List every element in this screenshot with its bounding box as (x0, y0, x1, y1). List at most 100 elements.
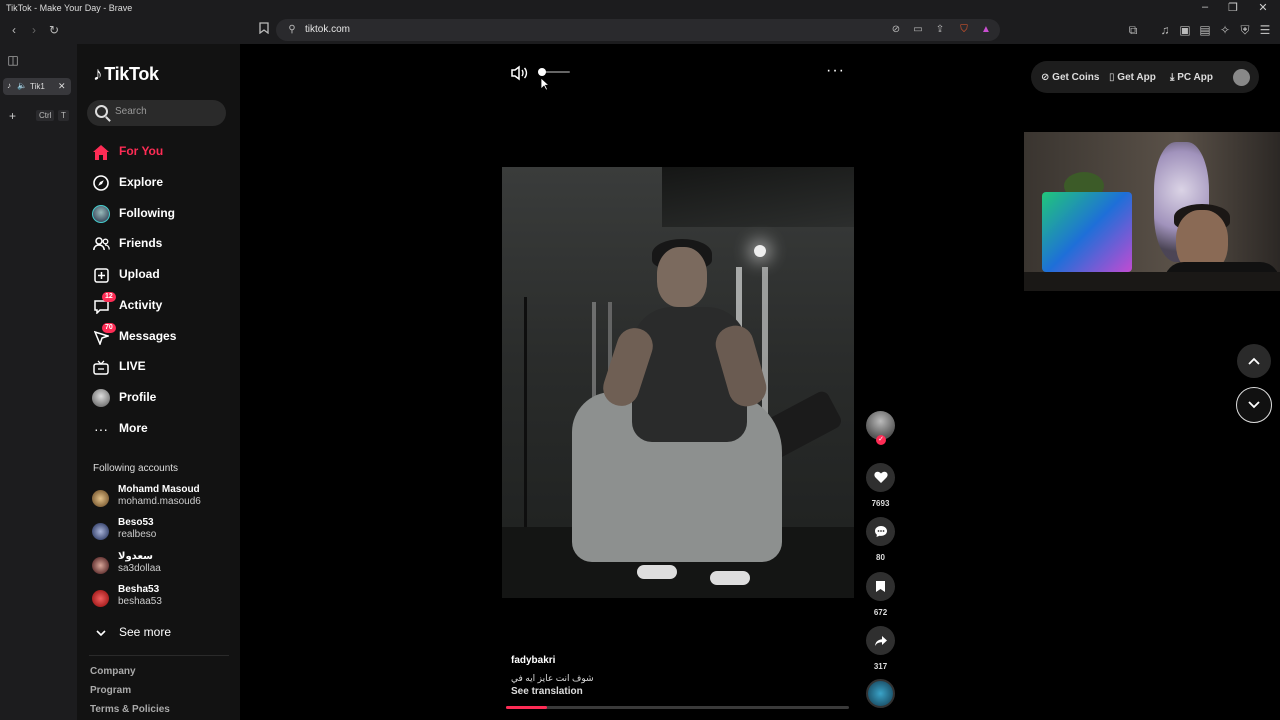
comment-button[interactable] (866, 517, 895, 546)
video-more-options-icon[interactable]: ··· (826, 62, 845, 80)
messages-badge: 70 (102, 323, 116, 333)
new-tab-icon[interactable]: + (9, 109, 16, 123)
chevron-up-icon (1248, 357, 1260, 365)
tab-close-icon[interactable]: ✕ (58, 81, 66, 92)
footer-link-terms[interactable]: Terms & Policies (90, 704, 170, 715)
previous-video-button[interactable] (1237, 344, 1271, 378)
cast-icon[interactable]: ▭ (910, 22, 926, 38)
get-coins-button[interactable]: ⊘ Get Coins (1041, 72, 1099, 83)
close-window-icon[interactable]: ✕ (1254, 1, 1272, 14)
save-count: 672 (873, 608, 888, 617)
sidebar-toggle-icon[interactable]: ◫ (5, 52, 21, 68)
share-icon[interactable]: ⇪ (932, 22, 948, 38)
video-author[interactable]: fadybakri (511, 655, 555, 666)
restore-icon[interactable]: ❐ (1224, 1, 1242, 14)
nav-label: LIVE (119, 359, 146, 373)
leo-ai-icon[interactable]: ✧ (1217, 22, 1233, 38)
tab-audio-icon[interactable]: 🔈 (17, 81, 27, 90)
following-account[interactable]: Beso53 realbeso (77, 517, 240, 547)
next-video-button[interactable] (1236, 387, 1272, 423)
url-text: tiktok.com (305, 24, 351, 35)
top-actions: ⊘ Get Coins ▯ Get App ⤓ PC App (1031, 61, 1259, 93)
share-count: 317 (873, 662, 888, 671)
nav-upload[interactable]: Upload (77, 262, 240, 288)
nav-label: Friends (119, 236, 163, 250)
music-disc-icon[interactable] (866, 679, 895, 708)
profile-avatar-icon (92, 389, 110, 407)
volume-slider-knob[interactable] (538, 68, 547, 76)
like-button[interactable] (866, 463, 895, 492)
tiktok-sidebar: ♪TikTok For You Explore Following Friend… (77, 44, 240, 720)
bookmark-icon (876, 581, 885, 592)
minimize-icon[interactable]: – (1196, 1, 1214, 13)
music-icon[interactable]: ♫ (1157, 22, 1173, 38)
friends-icon (92, 235, 110, 253)
account-handle: realbeso (118, 529, 157, 540)
tiktok-note-icon: ♪ (93, 64, 103, 85)
search-box[interactable] (87, 100, 226, 126)
see-translation-link[interactable]: See translation (511, 686, 583, 697)
home-icon (92, 143, 110, 161)
video-player[interactable] (502, 167, 854, 598)
phone-icon: ▯ (1109, 72, 1115, 83)
back-icon[interactable]: ‹ (6, 22, 22, 38)
nav-following[interactable]: Following (77, 201, 240, 227)
account-handle: mohamd.masoud6 (118, 496, 201, 507)
volume-icon[interactable] (510, 65, 528, 81)
forward-icon[interactable]: › (26, 22, 42, 38)
video-progress-bar[interactable] (506, 706, 849, 709)
bookmark-icon[interactable] (256, 22, 272, 38)
following-account[interactable]: سعدولا sa3dollaa (77, 551, 240, 581)
see-more-button[interactable]: See more (77, 620, 240, 646)
brand-name: TikTok (104, 64, 159, 84)
wallet-icon[interactable]: ▤ (1197, 22, 1213, 38)
user-avatar[interactable] (1233, 69, 1250, 86)
nav-explore[interactable]: Explore (77, 170, 240, 196)
nav-messages[interactable]: 70 Messages (77, 323, 240, 350)
avatar (92, 590, 109, 607)
footer-link-program[interactable]: Program (90, 685, 131, 696)
menu-icon[interactable]: ☰ (1257, 22, 1273, 38)
site-info-icon[interactable]: ⚲ (284, 22, 300, 38)
nav-activity[interactable]: 12 Activity (77, 292, 240, 319)
sidebar-icon[interactable]: ▣ (1177, 22, 1193, 38)
window-titlebar: TikTok - Make Your Day - Brave – ❐ ✕ (0, 0, 1280, 16)
account-name: سعدولا (118, 551, 153, 562)
comment-icon (874, 526, 887, 537)
get-app-label: Get App (1117, 72, 1156, 83)
follow-check-icon[interactable]: ✓ (876, 435, 886, 445)
nav-label: Upload (119, 267, 160, 281)
vpn-icon[interactable]: ⛨ (1237, 22, 1253, 38)
get-coins-label: Get Coins (1052, 72, 1100, 83)
nav-for-you[interactable]: For You (77, 139, 240, 165)
more-dots-icon: ··· (94, 421, 108, 437)
media-icon[interactable]: ⊘ (888, 22, 904, 38)
get-app-button[interactable]: ▯ Get App (1109, 72, 1156, 83)
address-bar[interactable]: ⚲ tiktok.com ⊘ ▭ ⇪ ⛉ ▲ (276, 19, 1000, 41)
webcam-overlay (1024, 132, 1280, 291)
nav-more[interactable]: ··· More (77, 416, 240, 442)
share-button[interactable] (866, 626, 895, 655)
footer-link-company[interactable]: Company (90, 666, 136, 677)
account-name: Beso53 (118, 517, 154, 528)
nav-profile[interactable]: Profile (77, 385, 240, 411)
pc-app-button[interactable]: ⤓ PC App (1170, 72, 1213, 83)
reload-icon[interactable]: ↻ (46, 22, 62, 38)
following-account[interactable]: Mohamd Masoud mohamd.masoud6 (77, 484, 240, 514)
brave-rewards-icon[interactable]: ▲ (978, 22, 994, 38)
following-accounts-title: Following accounts (93, 463, 179, 474)
tiktok-logo[interactable]: ♪ TikTok (93, 64, 159, 86)
tab-search-icon[interactable]: ⧉ (1125, 22, 1141, 38)
save-button[interactable] (866, 572, 895, 601)
shortcut-ctrl: Ctrl (36, 110, 55, 121)
avatar (92, 557, 109, 574)
nav-friends[interactable]: Friends (77, 231, 240, 257)
following-account[interactable]: Besha53 beshaa53 (77, 584, 240, 614)
browser-tab[interactable]: ♪ 🔈 Tik1 ✕ (3, 78, 71, 95)
account-name: Mohamd Masoud (118, 484, 200, 495)
brave-shields-icon[interactable]: ⛉ (956, 22, 972, 38)
avatar (92, 490, 109, 507)
account-handle: sa3dollaa (118, 563, 161, 574)
nav-live[interactable]: LIVE (77, 354, 240, 380)
search-input[interactable] (115, 106, 220, 117)
